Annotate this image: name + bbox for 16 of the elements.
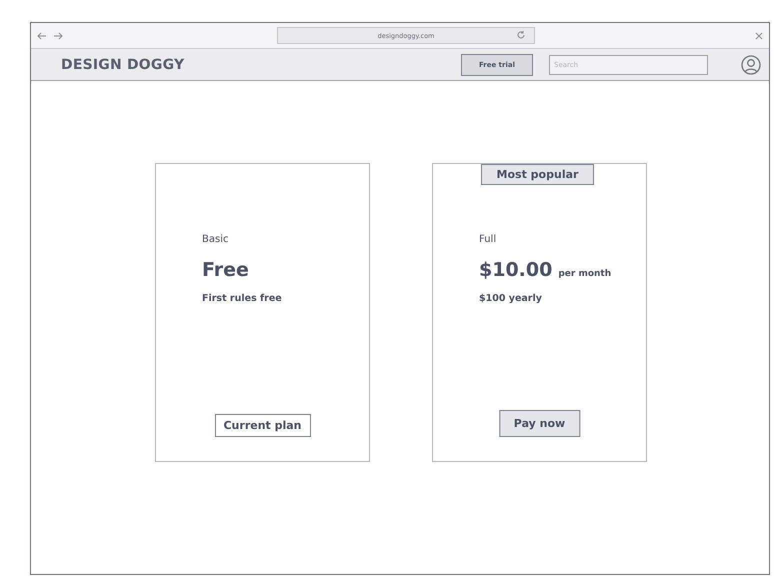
- plan-name: Full: [479, 234, 496, 245]
- back-arrow-icon[interactable]: [37, 32, 47, 40]
- plan-price: Free: [202, 259, 249, 281]
- price-period: per month: [558, 269, 612, 279]
- reload-icon[interactable]: [516, 30, 526, 40]
- plan-name: Basic: [202, 234, 228, 245]
- current-plan-button[interactable]: Current plan: [214, 414, 311, 437]
- plan-note: First rules free: [202, 293, 282, 304]
- pay-now-button[interactable]: Pay now: [498, 410, 580, 437]
- user-avatar-icon[interactable]: [741, 54, 761, 74]
- most-popular-badge: Most popular: [481, 164, 594, 185]
- forward-arrow-icon[interactable]: [53, 32, 63, 40]
- plan-note: $100 yearly: [479, 293, 542, 304]
- close-icon[interactable]: [755, 32, 763, 40]
- plan-price: $10.00: [479, 259, 552, 281]
- logo-text: DESIGN DOGGY: [61, 56, 184, 72]
